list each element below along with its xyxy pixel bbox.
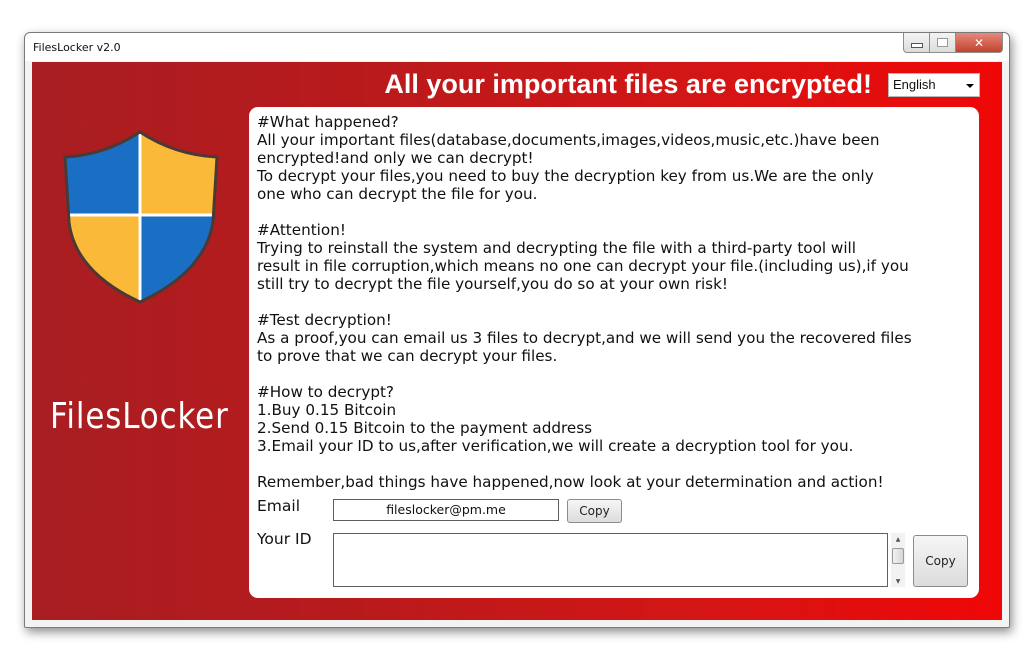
app-window: FilesLocker v2.0 ✕ All your important fi…	[24, 32, 1010, 628]
your-id-field[interactable]	[333, 533, 888, 587]
copy-email-button[interactable]: Copy	[567, 499, 622, 523]
window-title: FilesLocker v2.0	[33, 41, 121, 54]
close-button[interactable]: ✕	[956, 33, 1003, 53]
close-icon: ✕	[973, 35, 985, 50]
email-field[interactable]: fileslocker@pm.me	[333, 499, 559, 521]
window-controls: ✕	[903, 33, 1003, 53]
language-selected: English	[893, 77, 936, 92]
chevron-down-icon	[966, 84, 974, 88]
title-bar[interactable]: FilesLocker v2.0 ✕	[25, 33, 1009, 61]
shield-quadrant-bottom-left	[65, 215, 140, 302]
brand-name: FilesLocker	[50, 396, 229, 437]
email-label: Email	[257, 497, 301, 515]
maximize-icon	[937, 38, 948, 47]
scroll-thumb[interactable]	[892, 548, 904, 564]
minimize-icon	[910, 43, 923, 48]
client-area: All your important files are encrypted! …	[32, 62, 1002, 620]
id-scrollbar[interactable]: ▲ ▼	[891, 533, 905, 587]
minimize-button[interactable]	[903, 33, 930, 53]
copy-id-button[interactable]: Copy	[913, 535, 968, 587]
scroll-down-icon[interactable]: ▼	[891, 575, 905, 587]
your-id-label: Your ID	[257, 530, 312, 548]
scroll-up-icon[interactable]: ▲	[891, 533, 905, 545]
ransom-note-text: #What happened? All your important files…	[257, 113, 912, 491]
banner-heading: All your important files are encrypted!	[384, 69, 872, 99]
maximize-button[interactable]	[930, 33, 956, 53]
ransom-note-panel: #What happened? All your important files…	[249, 107, 979, 598]
language-select[interactable]: English	[888, 73, 980, 97]
shield-icon	[63, 130, 219, 304]
